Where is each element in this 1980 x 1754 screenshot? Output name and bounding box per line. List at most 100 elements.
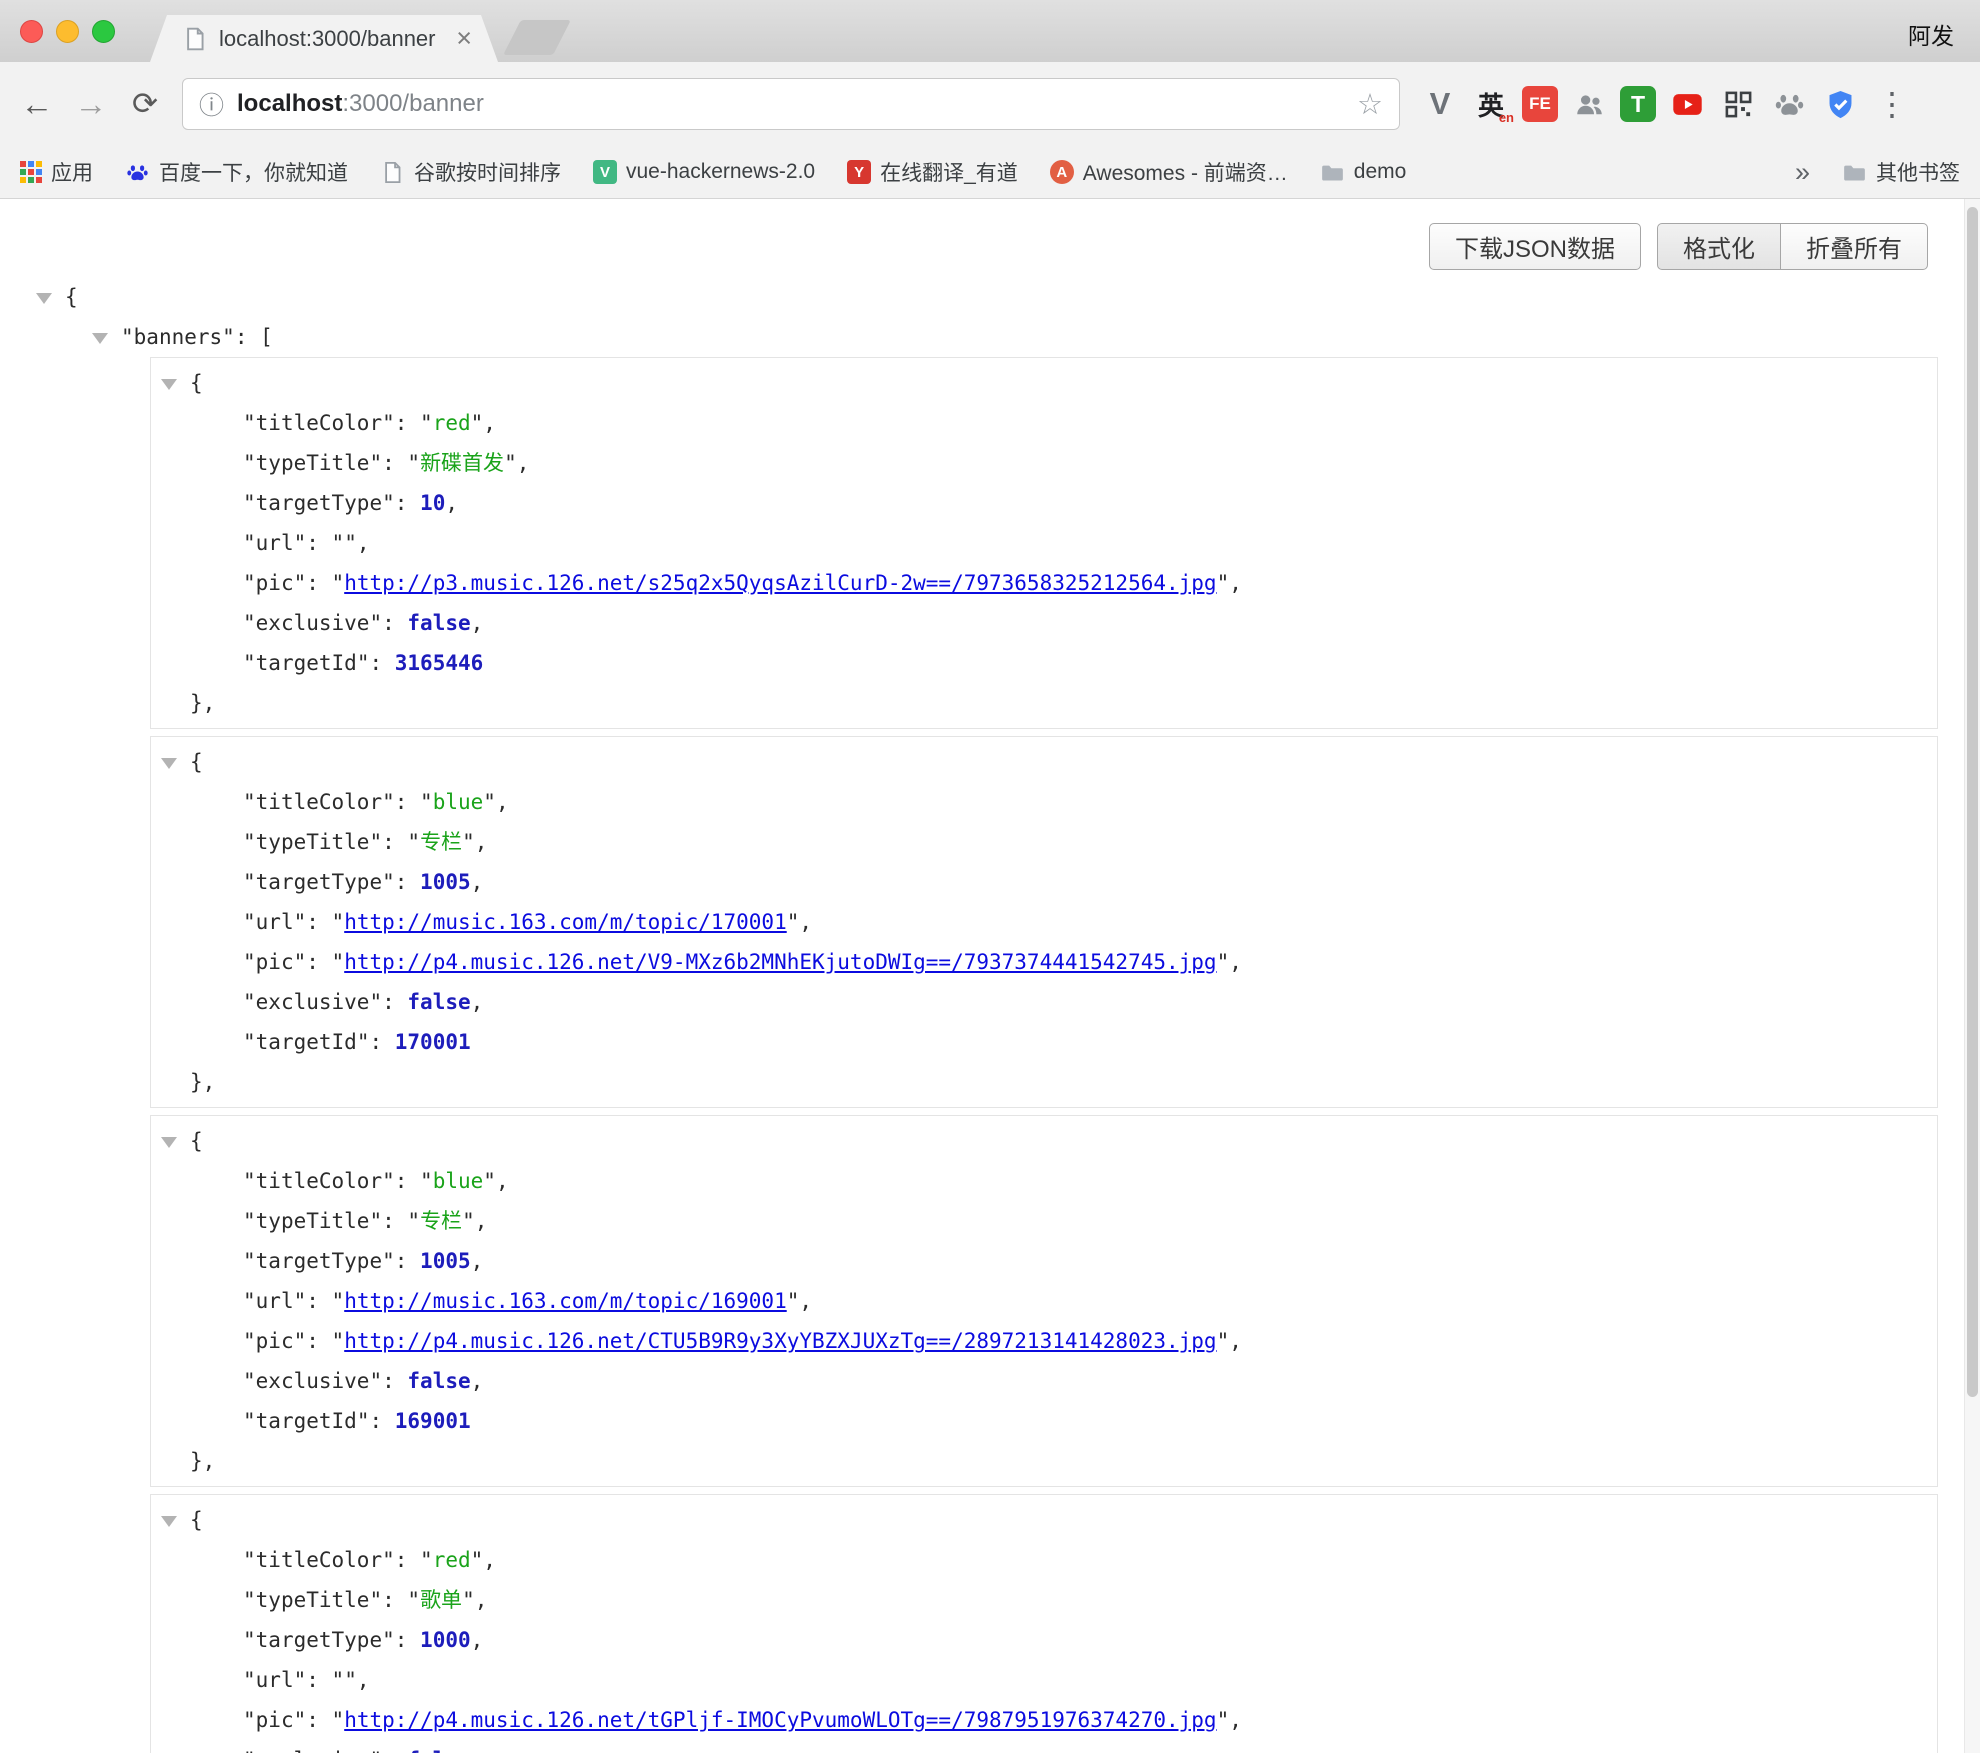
json-quote: "	[294, 1289, 307, 1313]
json-key: pic	[256, 1708, 294, 1732]
json-string-value: 专栏	[420, 1209, 462, 1233]
bookmark-item[interactable]: Vvue-hackernews-2.0	[593, 160, 815, 184]
scrollbar[interactable]	[1964, 199, 1980, 1753]
address-bar[interactable]: ⓘ localhost:3000/banner ☆	[182, 78, 1400, 130]
collapse-triangle-icon[interactable]	[161, 1137, 177, 1148]
info-icon[interactable]: ⓘ	[199, 86, 224, 122]
forward-button[interactable]: →	[68, 85, 114, 123]
json-quote: "	[332, 1708, 345, 1732]
json-line: "titleColor": "red",	[151, 403, 1937, 443]
json-line: "url": "http://music.163.com/m/topic/170…	[151, 902, 1937, 942]
bookmark-item[interactable]: AAwesomes - 前端资…	[1050, 157, 1288, 187]
json-punctuation: ,	[471, 870, 484, 894]
shield-check-icon[interactable]	[1820, 84, 1860, 124]
json-quote: "	[332, 950, 345, 974]
translate-icon[interactable]: 英en	[1471, 84, 1511, 124]
json-key: exclusive	[256, 1369, 370, 1393]
json-punctuation: :	[306, 910, 331, 934]
back-button[interactable]: ←	[14, 85, 60, 123]
json-url-link[interactable]: http://p4.music.126.net/V9-MXz6b2MNhEKju…	[344, 950, 1216, 974]
t-shield-icon[interactable]: T	[1620, 86, 1656, 122]
json-line: "exclusive": false,	[151, 982, 1937, 1022]
json-quote: "	[222, 325, 235, 349]
json-punctuation: :	[395, 1169, 420, 1193]
bookmark-label: 应用	[51, 157, 93, 187]
browser-tab[interactable]: localhost:3000/banner ×	[150, 15, 498, 62]
collapse-all-button[interactable]: 折叠所有	[1781, 223, 1928, 270]
close-window-button[interactable]	[20, 20, 43, 43]
json-punctuation: ,	[475, 1209, 488, 1233]
json-key: targetId	[256, 1409, 357, 1433]
people-icon[interactable]	[1569, 84, 1609, 124]
json-punctuation: :	[382, 830, 407, 854]
json-url-link[interactable]: http://music.163.com/m/topic/169001	[344, 1289, 787, 1313]
json-punctuation: :	[382, 1588, 407, 1612]
json-key: typeTitle	[256, 451, 370, 475]
json-line: "targetType": 1000,	[151, 1620, 1937, 1660]
paw-icon[interactable]	[1769, 84, 1809, 124]
json-punctuation: ,	[1229, 1329, 1242, 1353]
download-json-button[interactable]: 下载JSON数据	[1429, 223, 1641, 270]
json-key: targetType	[256, 491, 382, 515]
json-key: pic	[256, 1329, 294, 1353]
vimium-v-icon[interactable]: V	[1420, 84, 1460, 124]
json-url-link[interactable]: http://p4.music.126.net/tGPljf-IMOCyPvum…	[344, 1708, 1216, 1732]
json-url-link[interactable]: http://music.163.com/m/topic/170001	[344, 910, 787, 934]
qr-icon[interactable]	[1718, 84, 1758, 124]
fe-icon[interactable]: FE	[1522, 86, 1558, 122]
json-punctuation: ,	[471, 1628, 484, 1652]
bookmarks-overflow-chevron[interactable]: »	[1795, 157, 1810, 188]
json-quote: "	[420, 1548, 433, 1572]
bookmark-item[interactable]: 百度一下，你就知道	[125, 157, 348, 187]
json-quote: "	[407, 830, 420, 854]
json-punctuation: ,	[471, 990, 484, 1014]
json-punctuation: :	[382, 1748, 407, 1753]
json-quote: "	[1217, 1329, 1230, 1353]
json-quote: "	[407, 1588, 420, 1612]
other-bookmarks-folder[interactable]: 其他书签	[1842, 157, 1960, 187]
json-line: {	[151, 742, 1937, 782]
json-punctuation: ,	[483, 1548, 496, 1572]
fullscreen-window-button[interactable]	[92, 20, 115, 43]
menu-icon[interactable]: ⋮	[1876, 85, 1904, 123]
json-url-link[interactable]: http://p3.music.126.net/s25q2x5QyqsAzilC…	[344, 571, 1216, 595]
minimize-window-button[interactable]	[56, 20, 79, 43]
bookmark-item[interactable]: 应用	[20, 157, 93, 187]
bookmark-item[interactable]: Y在线翻译_有道	[847, 157, 1018, 187]
json-line: "targetType": 1005,	[151, 1241, 1937, 1281]
collapse-triangle-icon[interactable]	[92, 333, 108, 344]
json-line: "targetType": 1005,	[151, 862, 1937, 902]
json-line: {	[151, 1121, 1937, 1161]
extension-icons: V 英en FE T	[1420, 84, 1860, 124]
json-line: {	[151, 363, 1937, 403]
bookmark-item[interactable]: demo	[1320, 160, 1407, 185]
bookmark-label: 在线翻译_有道	[880, 157, 1018, 187]
json-object: {"titleColor": "blue","typeTitle": "专栏",…	[150, 736, 1938, 1108]
collapse-triangle-icon[interactable]	[36, 293, 52, 304]
json-quote: "	[243, 1289, 256, 1313]
json-punctuation: :	[306, 1708, 331, 1732]
json-punctuation: ,	[496, 1169, 509, 1193]
other-bookmarks-label: 其他书签	[1876, 157, 1960, 187]
json-line: "targetType": 10,	[151, 483, 1937, 523]
profile-name[interactable]: 阿发	[1908, 17, 1954, 51]
youtube-icon[interactable]	[1667, 84, 1707, 124]
collapse-triangle-icon[interactable]	[161, 379, 177, 390]
json-quote: "	[243, 790, 256, 814]
scrollbar-thumb[interactable]	[1967, 207, 1978, 1397]
json-line: "url": "http://music.163.com/m/topic/169…	[151, 1281, 1937, 1321]
bookmark-item[interactable]: 谷歌按时间排序	[380, 157, 561, 187]
json-url-link[interactable]: http://p4.music.126.net/CTU5B9R9y3XyYBZX…	[344, 1329, 1216, 1353]
json-number-value: 10	[420, 491, 445, 515]
collapse-triangle-icon[interactable]	[161, 758, 177, 769]
reload-button[interactable]: ⟳	[122, 86, 168, 122]
new-tab-button[interactable]	[503, 20, 571, 55]
format-button[interactable]: 格式化	[1657, 223, 1781, 270]
json-line: "typeTitle": "专栏",	[151, 822, 1937, 862]
bookmark-star-icon[interactable]: ☆	[1357, 87, 1383, 122]
json-line: "pic": "http://p3.music.126.net/s25q2x5Q…	[151, 563, 1937, 603]
close-tab-icon[interactable]: ×	[456, 25, 472, 52]
collapse-triangle-icon[interactable]	[161, 1516, 177, 1527]
json-quote: "	[294, 950, 307, 974]
url-host: localhost	[237, 90, 342, 117]
